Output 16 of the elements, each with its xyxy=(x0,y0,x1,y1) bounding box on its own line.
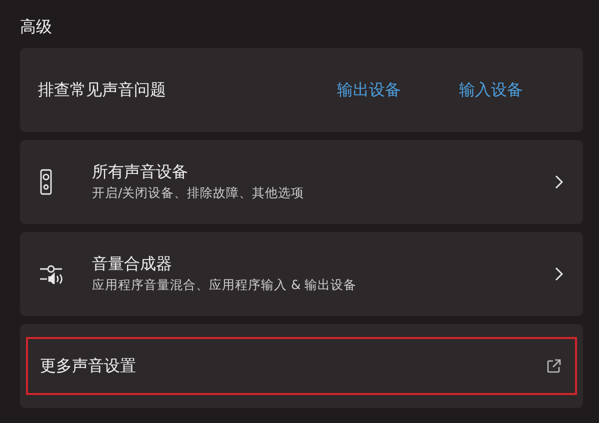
link[interactable]: 输出设备 xyxy=(337,80,401,100)
card-subtitle: 应用程序音量混合、应用程序输入 & 输出设备 xyxy=(92,277,358,294)
settings-card[interactable]: 所有声音设备 开启/关闭设备、排除故障、其他选项 xyxy=(20,140,583,224)
external-link-icon xyxy=(547,359,561,373)
card-title: 所有声音设备 xyxy=(92,162,189,183)
settings-card[interactable]: 更多声音设置 xyxy=(20,324,583,408)
settings-card[interactable]: 音量合成器 应用程序音量混合、应用程序输入 & 输出设备 xyxy=(20,232,583,316)
card-title: 音量合成器 xyxy=(92,254,173,275)
card-subtitle: 开启/关闭设备、排除故障、其他选项 xyxy=(92,185,306,202)
card-title: 更多声音设置 xyxy=(40,356,137,376)
speaker-icon xyxy=(40,169,52,195)
link[interactable]: 输入设备 xyxy=(459,80,523,100)
chevron-right-icon xyxy=(555,267,563,281)
section-heading: 高级 xyxy=(20,16,53,38)
chevron-right-icon xyxy=(555,175,563,189)
card-title: 排查常见声音问题 xyxy=(38,80,167,100)
